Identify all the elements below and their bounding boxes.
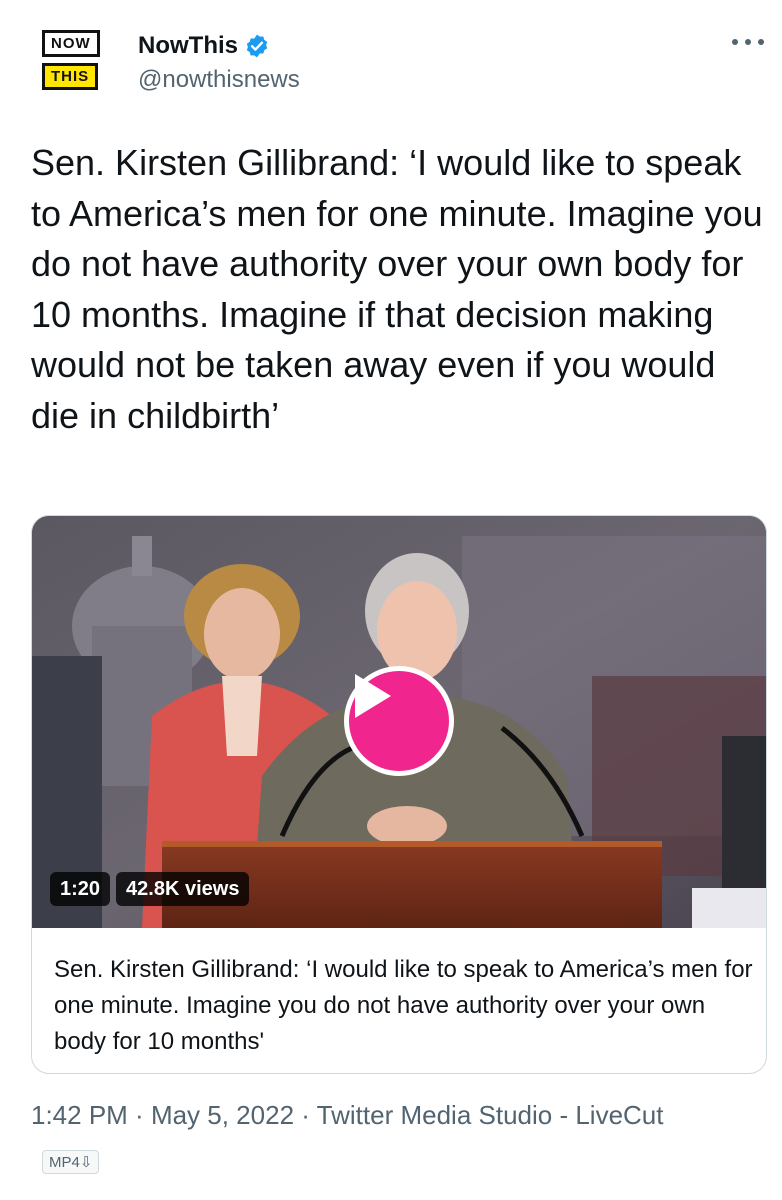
logo-this: THIS [42,63,99,90]
author-names: NowThis @nowthisnews [138,30,300,94]
video-thumbnail[interactable]: 1:20 42.8K views [32,516,766,928]
video-card[interactable]: 1:20 42.8K views Sen. Kirsten Gillibrand… [31,515,767,1074]
duration-badge: 1:20 [50,872,111,906]
meta-separator: · [127,1100,151,1130]
play-icon [355,674,391,718]
views-badge: 42.8K views [116,872,250,906]
mp4-download-badge[interactable]: MP4⇩ [42,1150,100,1174]
tweet-header: NOW THIS NowThis @nowthisnews [0,0,782,120]
tweet-text: Sen. Kirsten Gillibrand: ‘I would like t… [31,142,773,436]
tweet-meta: 1:42 PM · May 5, 2022 · Twitter Media St… [31,1100,663,1131]
logo-now: NOW [42,30,100,57]
avatar[interactable]: NOW THIS [42,30,106,104]
tweet-date[interactable]: May 5, 2022 [151,1100,294,1130]
tweet-time[interactable]: 1:42 PM [31,1100,128,1130]
handle[interactable]: @nowthisnews [138,66,300,94]
tweet-source[interactable]: Twitter Media Studio - LiveCut [317,1100,664,1130]
verified-badge-icon [246,34,268,58]
play-button[interactable] [344,666,454,776]
video-stats: 1:20 42.8K views [50,872,250,906]
video-caption[interactable]: Sen. Kirsten Gillibrand: ‘I would like t… [54,952,754,1060]
display-name[interactable]: NowThis [138,32,238,60]
more-options-icon[interactable] [732,30,764,54]
meta-separator: · [294,1100,317,1130]
